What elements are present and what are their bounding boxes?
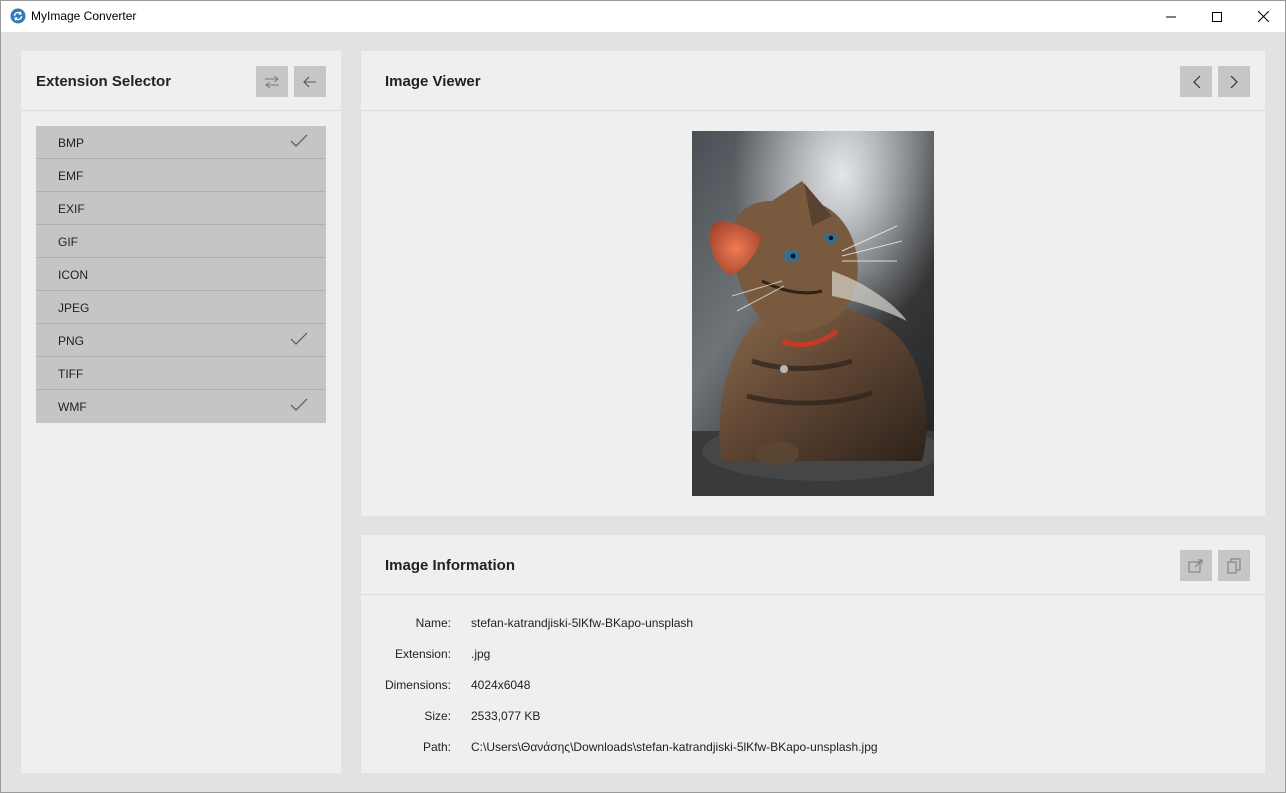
maximize-icon	[1212, 11, 1222, 22]
close-button[interactable]	[1240, 1, 1286, 32]
extension-selector-header: Extension Selector	[21, 51, 341, 111]
info-row-dimensions: Dimensions: 4024x6048	[361, 678, 1261, 694]
extension-item-wmf[interactable]: WMF	[36, 390, 326, 423]
swap-button[interactable]	[256, 66, 288, 97]
checkmark-icon	[290, 332, 308, 345]
info-value: 4024x6048	[471, 678, 531, 692]
extension-selector-title: Extension Selector	[36, 73, 172, 90]
extension-label: WMF	[58, 400, 87, 414]
extension-label: GIF	[58, 235, 78, 249]
swap-arrows-icon	[265, 75, 279, 88]
info-row-size: Size: 2533,077 KB	[361, 709, 1261, 725]
extension-item-emf[interactable]: EMF	[36, 159, 326, 192]
arrow-left-icon	[303, 76, 316, 87]
chevron-left-icon	[1192, 75, 1200, 88]
extension-label: TIFF	[58, 367, 84, 381]
image-viewer-header: Image Viewer	[361, 51, 1265, 111]
info-key: Extension:	[394, 647, 451, 661]
extension-item-gif[interactable]: GIF	[36, 225, 326, 258]
maximize-button[interactable]	[1194, 1, 1240, 32]
extension-label: ICON	[58, 268, 88, 282]
copy-icon	[1227, 558, 1241, 573]
previous-image-button[interactable]	[1180, 66, 1212, 97]
extension-item-exif[interactable]: EXIF	[36, 192, 326, 225]
back-button[interactable]	[294, 66, 326, 97]
info-value: C:\Users\Θανάσης\Downloads\stefan-katran…	[471, 740, 878, 754]
extension-label: EXIF	[58, 202, 85, 216]
extension-label: EMF	[58, 169, 84, 183]
info-key: Dimensions:	[384, 678, 451, 692]
image-viewer-panel: Image Viewer	[361, 51, 1265, 516]
app-icon	[10, 8, 26, 24]
checkmark-icon	[290, 134, 308, 147]
extension-list: BMP EMF EXIF GIF ICON JPEG PNG TIFF WMF	[36, 126, 326, 423]
info-row-name: Name: stefan-katrandjiski-5lKfw-BKapo-un…	[361, 616, 1261, 632]
image-preview	[692, 131, 934, 496]
info-key: Path:	[422, 740, 451, 754]
info-row-path: Path: C:\Users\Θανάσης\Downloads\stefan-…	[361, 740, 1261, 756]
title-bar: MyImage Converter	[1, 1, 1285, 32]
minimize-icon	[1166, 16, 1176, 17]
chevron-right-icon	[1230, 75, 1238, 88]
image-information-header: Image Information	[361, 535, 1265, 595]
image-information-panel: Image Information Name: stefan-katrandji…	[361, 535, 1265, 773]
info-row-extension: Extension: .jpg	[361, 647, 1261, 663]
info-value: .jpg	[471, 647, 491, 661]
checkmark-icon	[290, 398, 308, 411]
info-value: 2533,077 KB	[471, 709, 541, 723]
extension-selector-panel: Extension Selector BMP EMF EXIF GIF ICON…	[21, 51, 341, 773]
extension-item-bmp[interactable]: BMP	[36, 126, 326, 159]
window-title: MyImage Converter	[31, 9, 137, 23]
cat-photo	[692, 131, 934, 496]
extension-label: JPEG	[58, 301, 90, 315]
open-external-button[interactable]	[1180, 550, 1212, 581]
extension-item-png[interactable]: PNG	[36, 324, 326, 357]
info-key: Name:	[415, 616, 451, 630]
info-value: stefan-katrandjiski-5lKfw-BKapo-unsplash	[471, 616, 694, 630]
extension-label: BMP	[58, 136, 85, 150]
image-viewer-title: Image Viewer	[385, 73, 481, 90]
extension-label: PNG	[58, 334, 85, 348]
open-external-icon	[1188, 559, 1203, 572]
next-image-button[interactable]	[1218, 66, 1250, 97]
minimize-button[interactable]	[1148, 1, 1194, 32]
close-icon	[1257, 11, 1269, 22]
copy-button[interactable]	[1218, 550, 1250, 581]
app-window: MyImage Converter Extension Selector BMP…	[0, 0, 1286, 793]
image-information-title: Image Information	[385, 557, 516, 574]
info-key: Size:	[424, 709, 451, 723]
extension-item-jpeg[interactable]: JPEG	[36, 291, 326, 324]
extension-item-tiff[interactable]: TIFF	[36, 357, 326, 390]
extension-item-icon[interactable]: ICON	[36, 258, 326, 291]
